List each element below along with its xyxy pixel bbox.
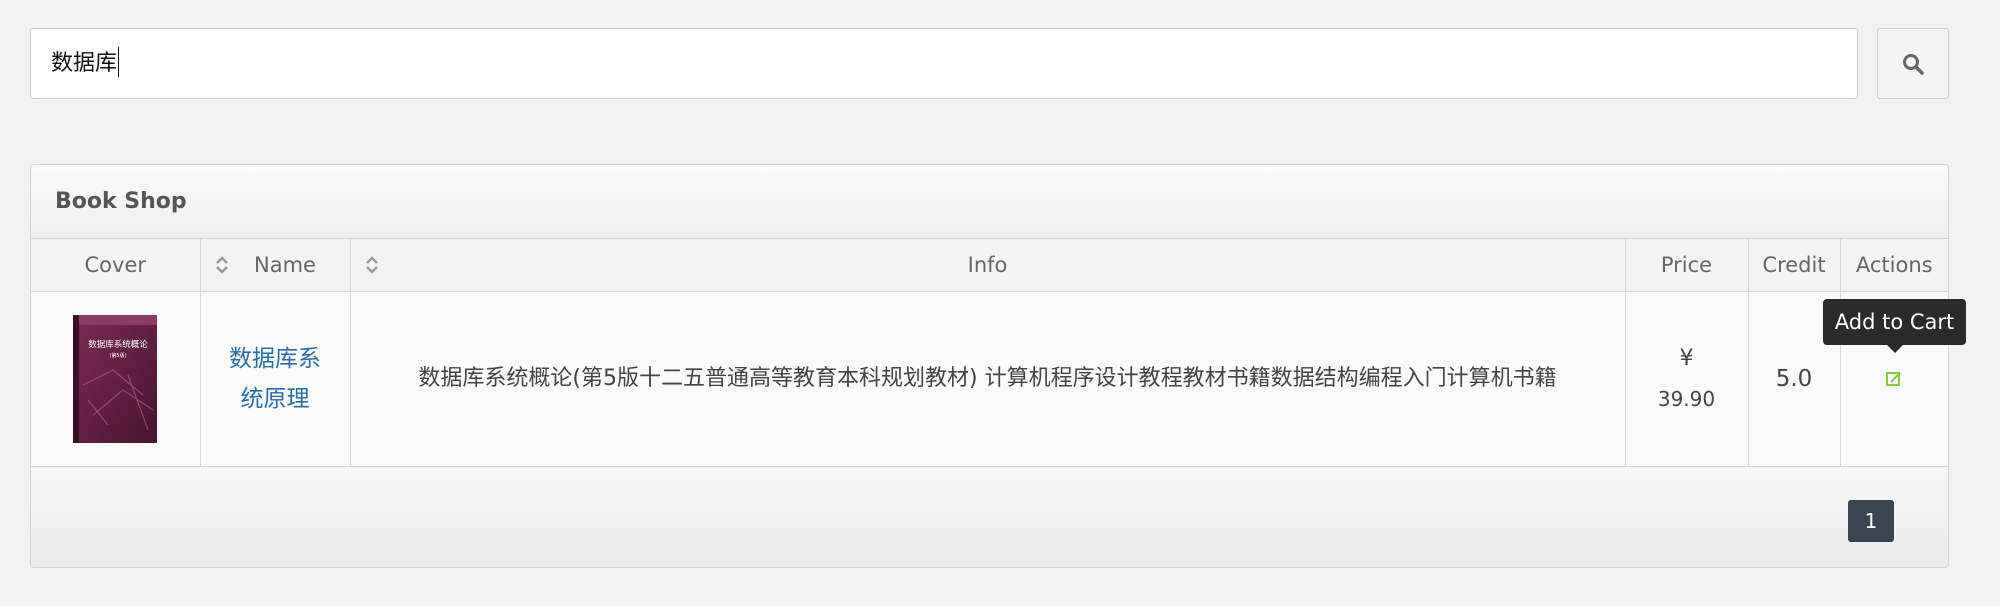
sort-icon[interactable] bbox=[363, 254, 381, 276]
column-header-info[interactable]: Info bbox=[350, 239, 1626, 292]
book-cover-image[interactable]: 数据库系统概论 (第5版) bbox=[73, 314, 158, 443]
search-icon bbox=[1903, 53, 1924, 75]
panel-title: Book Shop bbox=[31, 165, 1948, 239]
column-header-cover: Cover bbox=[31, 239, 201, 292]
table-row: 数据库系统概论 (第5版) 数据库系统原理 数据库系统概论(第5版十二五普通高等… bbox=[31, 291, 1948, 467]
column-header-actions: Actions bbox=[1840, 239, 1948, 292]
edit-icon[interactable] bbox=[1885, 370, 1903, 388]
text-caret bbox=[118, 47, 120, 77]
table-header-row: Cover Name Info Price Credit Actions bbox=[31, 239, 1948, 292]
column-header-credit-label: Credit bbox=[1762, 252, 1826, 277]
tooltip-arrow bbox=[1887, 345, 1903, 353]
price-cell: ¥ 39.90 bbox=[1625, 291, 1749, 467]
column-header-price-label: Price bbox=[1660, 252, 1713, 277]
search-input-value: 数据库 bbox=[51, 51, 118, 76]
search-button[interactable] bbox=[1877, 28, 1949, 99]
column-header-name[interactable]: Name bbox=[200, 239, 351, 292]
panel-footer bbox=[31, 468, 1948, 567]
book-info-text: 数据库系统概论(第5版十二五普通高等教育本科规划教材) 计算机程序设计教程教材书… bbox=[418, 365, 1557, 391]
book-name-link[interactable]: 数据库系统原理 bbox=[201, 339, 350, 419]
book-shop-panel: Book Shop Cover Name Info Price Credit A… bbox=[30, 164, 1949, 568]
info-cell: 数据库系统概论(第5版十二五普通高等教育本科规划教材) 计算机程序设计教程教材书… bbox=[350, 291, 1626, 467]
name-cell: 数据库系统原理 bbox=[200, 291, 351, 467]
cover-cell: 数据库系统概论 (第5版) bbox=[31, 291, 201, 467]
column-header-price: Price bbox=[1625, 239, 1749, 292]
sort-icon[interactable] bbox=[213, 254, 231, 276]
column-header-cover-label: Cover bbox=[84, 252, 147, 277]
pagination-page-button[interactable]: 1 bbox=[1848, 500, 1894, 542]
add-to-cart-tooltip: Add to Cart bbox=[1823, 299, 1966, 345]
column-header-actions-label: Actions bbox=[1855, 252, 1933, 277]
books-table: Cover Name Info Price Credit Actions 数据库… bbox=[31, 239, 1948, 467]
column-header-info-label: Info bbox=[967, 252, 1008, 277]
cover-edition-text: (第5版) bbox=[110, 352, 127, 359]
column-header-name-label: Name bbox=[254, 252, 316, 277]
search-input[interactable]: 数据库 bbox=[30, 28, 1858, 99]
price-value: 39.90 bbox=[1657, 386, 1716, 411]
price-currency-symbol: ¥ bbox=[1679, 345, 1694, 371]
credit-value: 5.0 bbox=[1775, 365, 1813, 392]
cover-title-text: 数据库系统概论 bbox=[88, 339, 148, 350]
column-header-credit: Credit bbox=[1748, 239, 1841, 292]
